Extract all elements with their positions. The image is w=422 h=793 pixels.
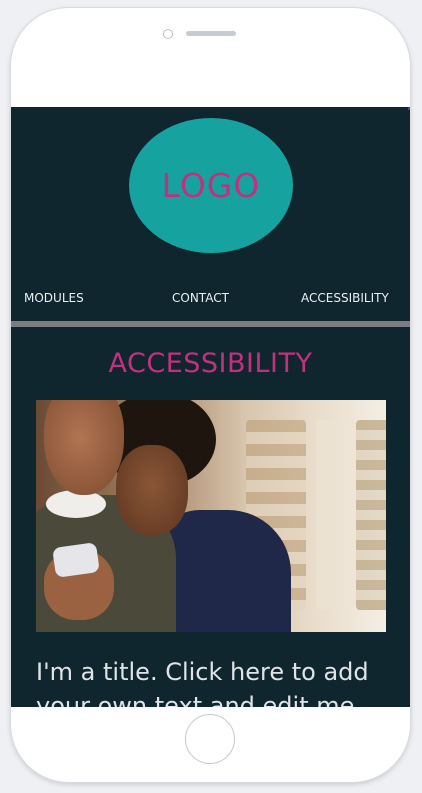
main-nav: MODULES CONTACT ACCESSIBILITY bbox=[11, 291, 410, 307]
site-logo[interactable]: LOGO bbox=[129, 118, 293, 253]
logo-text: LOGO bbox=[161, 166, 261, 205]
nav-divider bbox=[11, 321, 410, 327]
scrollbar-accent bbox=[408, 107, 410, 110]
home-button-icon[interactable] bbox=[185, 714, 235, 764]
post-title[interactable]: I'm a title. Click here to add your own … bbox=[36, 655, 396, 707]
phone-frame: LOGO MODULES CONTACT ACCESSIBILITY ACCES… bbox=[11, 8, 410, 782]
speaker-icon bbox=[186, 31, 236, 36]
nav-item-accessibility[interactable]: ACCESSIBILITY bbox=[301, 291, 389, 305]
photo-background bbox=[356, 420, 386, 610]
photo-person bbox=[116, 445, 188, 535]
camera-icon bbox=[163, 29, 173, 39]
photo-person bbox=[44, 400, 124, 495]
nav-item-modules[interactable]: MODULES bbox=[24, 291, 84, 305]
page-title: ACCESSIBILITY bbox=[108, 348, 313, 379]
nav-item-contact[interactable]: CONTACT bbox=[172, 291, 229, 305]
photo-background bbox=[316, 420, 356, 610]
photo-phone bbox=[52, 542, 100, 578]
site-screen: LOGO MODULES CONTACT ACCESSIBILITY ACCES… bbox=[11, 107, 410, 707]
hero-image[interactable] bbox=[36, 400, 386, 632]
